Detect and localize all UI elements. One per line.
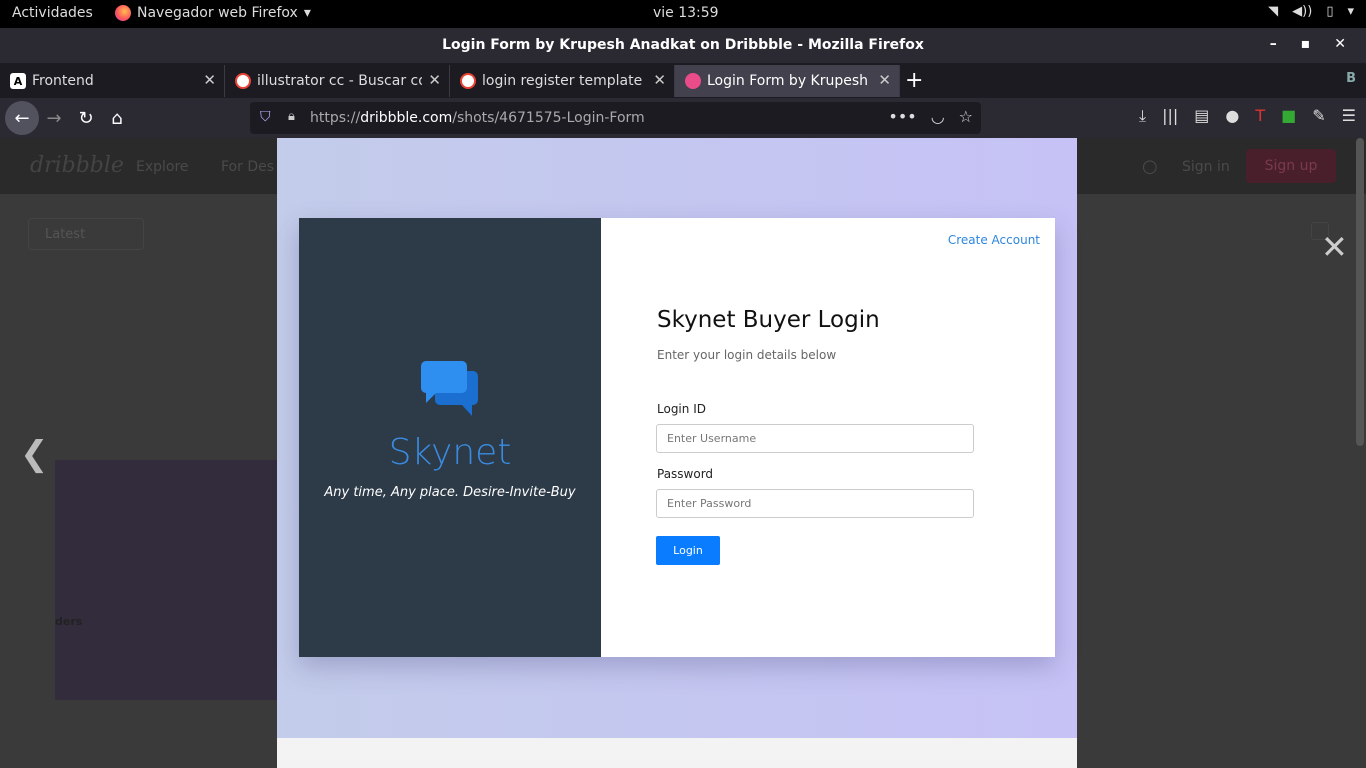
nav-for-designers[interactable]: For Des — [221, 159, 274, 175]
back-button[interactable]: ← — [5, 101, 39, 135]
navigation-toolbar: ← → ↻ ⌂ ⛉ 🔒︎ https://dribbble.com/shots/… — [0, 98, 1366, 138]
form-title: Skynet Buyer Login — [657, 307, 880, 333]
brand-panel: Skynet Any time, Any place. Desire-Invit… — [299, 218, 601, 657]
google-icon — [235, 73, 251, 89]
close-icon[interactable]: ✕ — [428, 71, 441, 89]
thumbnail-title: ders — [55, 615, 83, 628]
password-label: Password — [657, 467, 714, 481]
account-icon[interactable]: ● — [1225, 106, 1239, 126]
tab-label: login register template - — [482, 73, 647, 89]
chevron-down-icon: ▾ — [303, 5, 311, 21]
tab-label: illustrator cc - Buscar con — [257, 73, 422, 89]
username-input[interactable]: Enter Username — [656, 424, 974, 453]
tab-strip: A Frontend ✕ illustrator cc - Buscar con… — [0, 63, 1366, 98]
close-icon[interactable]: ✕ — [203, 71, 216, 89]
close-icon[interactable]: ✕ — [653, 71, 666, 89]
page-scrollbar[interactable] — [1356, 138, 1364, 446]
chat-bubbles-icon — [421, 361, 478, 416]
window-title: Login Form by Krupesh Anadkat on Dribbbl… — [442, 37, 924, 53]
url-prefix: https:// — [310, 110, 361, 126]
password-input[interactable]: Enter Password — [656, 489, 974, 518]
pocket-icon[interactable]: ◡ — [931, 107, 945, 126]
url-path: /shots/4671575-Login-Form — [452, 110, 645, 126]
library-icon[interactable]: ||| — [1162, 106, 1178, 126]
new-tab-button[interactable]: + — [905, 68, 923, 93]
extension-icon[interactable]: T — [1255, 106, 1265, 126]
create-account-link[interactable]: Create Account — [948, 233, 1040, 247]
a-icon: A — [10, 73, 26, 89]
tab-label: Login Form by Krupesh A — [707, 73, 872, 89]
download-icon[interactable]: ⤓ — [1139, 106, 1146, 126]
login-card: Skynet Any time, Any place. Desire-Invit… — [299, 218, 1055, 657]
system-top-bar: Actividades Navegador web Firefox ▾ vie … — [0, 0, 1366, 28]
close-window-button[interactable]: ✕ — [1334, 36, 1346, 52]
close-icon[interactable]: ✕ — [878, 71, 891, 89]
cors-extension-icon[interactable]: ■ — [1281, 106, 1296, 126]
home-button[interactable]: ⌂ — [103, 104, 131, 132]
app-menu[interactable]: Navegador web Firefox ▾ — [115, 5, 311, 21]
tab-login-form[interactable]: Login Form by Krupesh A ✕ — [675, 65, 900, 97]
login-button[interactable]: Login — [656, 536, 720, 565]
star-icon[interactable]: ☆ — [959, 107, 973, 126]
app-menu-label: Navegador web Firefox — [137, 5, 298, 21]
dribbble-icon — [685, 73, 701, 89]
url-text[interactable]: https://dribbble.com/shots/4671575-Login… — [310, 110, 645, 126]
background-shot-thumbnail[interactable]: ders — [55, 460, 277, 700]
shot-image: Skynet Any time, Any place. Desire-Invit… — [277, 138, 1077, 738]
activities-button[interactable]: Actividades — [12, 5, 93, 21]
reload-button[interactable]: ↻ — [72, 104, 100, 132]
previous-shot-icon[interactable]: ❮ — [20, 434, 49, 474]
sign-in-link[interactable]: Sign in — [1182, 159, 1230, 175]
filter-dropdown[interactable]: Latest — [28, 218, 144, 250]
menu-icon[interactable]: ☰ — [1342, 106, 1356, 126]
page-content: dribbble Explore For Des ○ Sign in Sign … — [0, 138, 1366, 768]
tab-login-register[interactable]: login register template - ✕ — [450, 65, 675, 97]
system-tray[interactable]: ◥ ◀)) ▯ ▾ — [1268, 4, 1354, 19]
minimize-button[interactable]: – — [1270, 36, 1277, 52]
close-modal-icon[interactable]: ✕ — [1321, 228, 1348, 266]
brand-name: Skynet — [388, 432, 512, 473]
tab-label: Frontend — [32, 73, 94, 89]
nav-explore[interactable]: Explore — [136, 159, 189, 175]
google-icon — [460, 73, 476, 89]
lock-icon[interactable]: 🔒︎ — [288, 109, 295, 124]
dribbble-logo[interactable]: dribbble — [30, 153, 124, 178]
clock[interactable]: vie 13:59 — [653, 5, 719, 21]
tab-illustrator[interactable]: illustrator cc - Buscar con ✕ — [225, 65, 450, 97]
sidebar-icon[interactable]: ▤ — [1194, 106, 1209, 126]
window-controls: – ▪ ✕ — [1270, 36, 1346, 52]
volume-icon: ◀)) — [1292, 4, 1313, 19]
forward-button[interactable]: → — [40, 104, 68, 132]
tab-frontend[interactable]: A Frontend ✕ — [0, 65, 225, 97]
login-id-label: Login ID — [657, 402, 706, 416]
pen-extension-icon[interactable]: ✎ — [1312, 106, 1325, 126]
battery-icon: ▯ — [1326, 4, 1334, 19]
more-icon[interactable]: ••• — [888, 107, 916, 126]
search-icon[interactable]: ○ — [1142, 156, 1158, 177]
chevron-down-icon: ▾ — [1347, 4, 1354, 19]
window-titlebar: Login Form by Krupesh Anadkat on Dribbbl… — [0, 28, 1366, 63]
url-domain: dribbble.com — [360, 110, 453, 126]
extension-icon[interactable]: B — [1346, 71, 1356, 86]
firefox-icon — [115, 5, 131, 21]
shield-icon[interactable]: ⛉ — [260, 109, 271, 125]
shot-details-area — [277, 738, 1077, 768]
sign-up-button[interactable]: Sign up — [1246, 149, 1336, 183]
form-subtitle: Enter your login details below — [657, 348, 837, 362]
maximize-button[interactable]: ▪ — [1301, 36, 1311, 52]
url-actions: ••• ◡ ☆ — [888, 107, 973, 126]
brand-tagline: Any time, Any place. Desire-Invite-Buy — [324, 485, 576, 500]
url-bar[interactable]: ⛉ 🔒︎ https://dribbble.com/shots/4671575-… — [250, 102, 981, 134]
toolbar-right: ⤓ ||| ▤ ● T ■ ✎ ☰ — [1139, 106, 1356, 126]
wifi-icon: ◥ — [1268, 4, 1279, 19]
